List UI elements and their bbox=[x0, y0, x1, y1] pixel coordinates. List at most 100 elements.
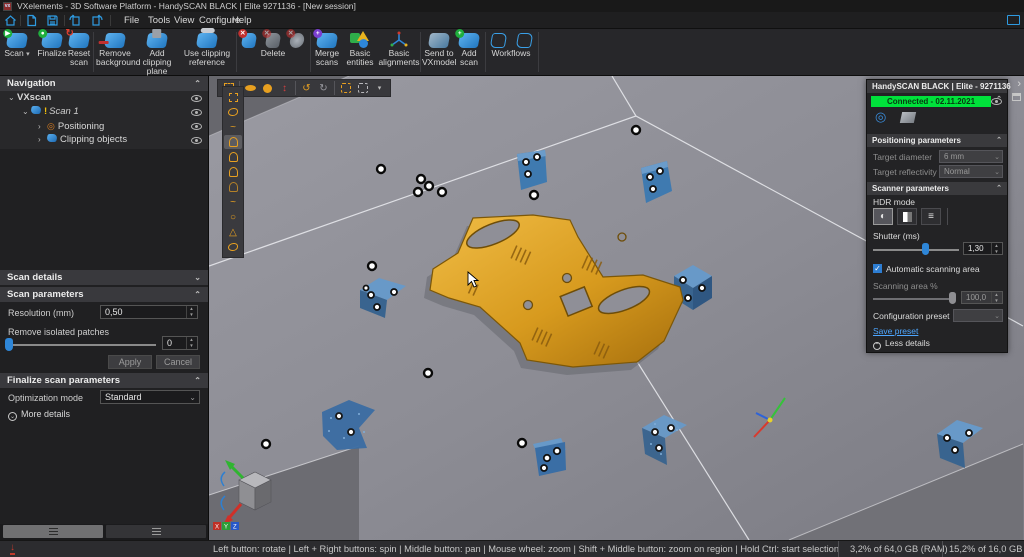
scanner-parameters-header[interactable]: Scanner parameters⌃ bbox=[867, 182, 1007, 195]
window-title: VXelements - 3D Software Platform - Hand… bbox=[17, 0, 356, 12]
clipping-icon bbox=[46, 134, 58, 142]
import-session-icon[interactable] bbox=[69, 14, 82, 27]
use-clipping-reference-icon bbox=[196, 33, 219, 48]
optimization-mode-select[interactable]: Standard⌄ bbox=[100, 390, 200, 404]
select-triangle-tool[interactable]: △ bbox=[224, 225, 242, 239]
panel-window-icon[interactable] bbox=[1012, 93, 1021, 101]
shutter-slider[interactable] bbox=[873, 249, 959, 251]
panel-collapse-icon[interactable]: › bbox=[1017, 78, 1021, 90]
add-clipping-plane-button[interactable]: Add clipping plane bbox=[136, 31, 178, 76]
orbit-disc-icon[interactable] bbox=[244, 82, 257, 95]
reset-scan-button[interactable]: ↻ Reset scan bbox=[66, 31, 92, 67]
auto-scanning-area-checkbox[interactable]: ✓ bbox=[873, 264, 882, 273]
configuration-preset-select[interactable]: ⌄ bbox=[953, 309, 1003, 322]
add-scan-button[interactable]: + Add scan bbox=[456, 31, 482, 67]
navigation-header[interactable]: Navigation⌃ bbox=[0, 76, 208, 91]
send-to-vxmodel-button[interactable]: Send to VXmodel bbox=[422, 31, 456, 67]
tree-item-scan1[interactable]: ⌄!Scan 1 bbox=[0, 105, 208, 119]
scan-button[interactable]: ▶ Scan ▾ bbox=[2, 31, 32, 59]
tree-item-vxscan[interactable]: ⌄VXscan bbox=[0, 91, 208, 105]
workflows-group[interactable]: Workflows bbox=[488, 31, 534, 58]
finalize-button[interactable]: ● Finalize bbox=[36, 31, 68, 58]
spinner-icon[interactable]: ▲▼ bbox=[186, 306, 196, 318]
export-session-icon[interactable] bbox=[90, 14, 103, 27]
scanning-area-slider-handle bbox=[949, 292, 956, 304]
select-blob-tool[interactable] bbox=[224, 240, 242, 254]
rotate-right-icon[interactable]: ↻ bbox=[317, 82, 330, 95]
svg-text:X: X bbox=[215, 525, 219, 531]
save-preset-link[interactable]: Save preset bbox=[873, 326, 918, 336]
tab-tree-view[interactable] bbox=[3, 525, 103, 538]
rotate-left-icon[interactable]: ↺ bbox=[300, 82, 313, 95]
surface-mode-icon[interactable] bbox=[900, 112, 916, 123]
menu-help[interactable]: Help bbox=[228, 12, 256, 29]
resolution-input[interactable]: 0,50 ▲▼ bbox=[100, 305, 198, 319]
toolbar-dropdown-icon[interactable]: ▾ bbox=[373, 82, 386, 95]
select-rectangle-tool[interactable] bbox=[224, 90, 242, 104]
zoom-frame-icon[interactable] bbox=[339, 82, 352, 95]
isolated-patches-slider-handle[interactable] bbox=[5, 338, 13, 351]
fullscreen-icon[interactable] bbox=[1007, 15, 1020, 25]
select-brush-tool[interactable]: ~ bbox=[224, 195, 242, 209]
viewport-3d[interactable]: X Y Z ↕ ↺ ↻ ▾ ~ bbox=[209, 76, 1024, 540]
visibility-eye-icon[interactable] bbox=[191, 123, 202, 130]
hdr-mode-standard-button[interactable]: ◐ bbox=[873, 208, 893, 225]
new-session-icon[interactable] bbox=[25, 14, 38, 27]
isolated-patches-input[interactable]: 0 ▲▼ bbox=[162, 336, 198, 350]
vertical-spin-icon[interactable]: ↕ bbox=[278, 82, 291, 95]
home-icon[interactable] bbox=[4, 14, 17, 27]
visibility-eye-icon[interactable] bbox=[991, 98, 1002, 105]
title-bar: vx VXelements - 3D Software Platform - H… bbox=[0, 0, 1024, 12]
merge-scans-button[interactable]: + Merge scans bbox=[312, 31, 342, 67]
more-details-link[interactable]: ⌄More details bbox=[8, 409, 70, 421]
visibility-eye-icon[interactable] bbox=[191, 109, 202, 116]
sphere-view-icon[interactable] bbox=[261, 82, 274, 95]
visibility-eye-icon[interactable] bbox=[191, 95, 202, 102]
device-panel-header[interactable]: HandySCAN BLACK | Elite - 9271136⌃ bbox=[867, 80, 1007, 93]
tab-list-view[interactable] bbox=[106, 525, 206, 538]
select-lasso-tool[interactable] bbox=[224, 105, 242, 119]
basic-alignments-button[interactable]: Basic alignments bbox=[378, 31, 420, 67]
spinner-icon[interactable]: ▲▼ bbox=[186, 337, 196, 349]
delete-scan-icon[interactable]: ✕ bbox=[241, 33, 258, 48]
download-icon[interactable]: ↓ bbox=[10, 543, 15, 555]
less-details-link[interactable]: ⌃Less details bbox=[873, 338, 930, 350]
scan-parameters-header[interactable]: Scan parameters⌃ bbox=[0, 287, 208, 302]
positioning-mode-icon[interactable]: ◎ bbox=[875, 109, 886, 125]
merge-scans-icon: + bbox=[316, 33, 339, 48]
cancel-button[interactable]: Cancel bbox=[156, 355, 200, 369]
select-d-outline-tool[interactable] bbox=[224, 180, 242, 194]
target-diameter-label: Target diameter bbox=[873, 152, 932, 162]
shutter-slider-handle[interactable] bbox=[922, 243, 929, 255]
select-circle-tool[interactable]: ○ bbox=[224, 210, 242, 224]
positioning-parameters-header[interactable]: Positioning parameters⌃ bbox=[867, 134, 1007, 147]
select-d-tool[interactable] bbox=[224, 165, 242, 179]
tree-item-positioning[interactable]: ›◎Positioning bbox=[0, 119, 208, 133]
delete-group[interactable]: ✕ ✕ ✕ Delete bbox=[240, 31, 306, 58]
isolated-patches-slider[interactable] bbox=[8, 344, 156, 346]
basic-entities-button[interactable]: Basic entities bbox=[344, 31, 376, 67]
delete-entity-icon[interactable]: ✕ bbox=[289, 33, 306, 48]
hdr-mode-contrast-button[interactable] bbox=[897, 208, 917, 225]
tree-item-clipping-objects[interactable]: ›Clipping objects bbox=[0, 133, 208, 147]
select-d-tool[interactable] bbox=[224, 150, 242, 164]
apply-button[interactable]: Apply bbox=[108, 355, 152, 369]
spinner-icon[interactable]: ▲▼ bbox=[991, 243, 1001, 254]
menu-file[interactable]: File bbox=[120, 12, 143, 29]
list-view-icon bbox=[152, 528, 161, 535]
hdr-mode-custom-button[interactable]: ≡ bbox=[921, 208, 941, 225]
save-session-icon[interactable] bbox=[46, 14, 59, 27]
zoom-target-icon[interactable] bbox=[356, 82, 369, 95]
select-d-tool-active[interactable] bbox=[224, 135, 242, 149]
ram-usage: 3,2% of 64,0 GB (RAM) bbox=[838, 541, 948, 557]
select-freeform-tool[interactable]: ~ bbox=[224, 120, 242, 134]
scan-icon: ▶ bbox=[6, 33, 29, 48]
scan-details-header[interactable]: Scan details⌄ bbox=[0, 270, 208, 285]
visibility-eye-icon[interactable] bbox=[191, 137, 202, 144]
finalize-parameters-header[interactable]: Finalize scan parameters⌃ bbox=[0, 373, 208, 388]
shutter-input[interactable]: 1,30 ▲▼ bbox=[963, 242, 1003, 255]
menu-bar: File Tools View Configure Help bbox=[0, 12, 1024, 29]
remove-background-button[interactable]: Remove background bbox=[96, 31, 134, 67]
use-clipping-reference-button[interactable]: Use clipping reference bbox=[180, 31, 234, 67]
delete-curve-icon[interactable]: ✕ bbox=[265, 33, 282, 48]
